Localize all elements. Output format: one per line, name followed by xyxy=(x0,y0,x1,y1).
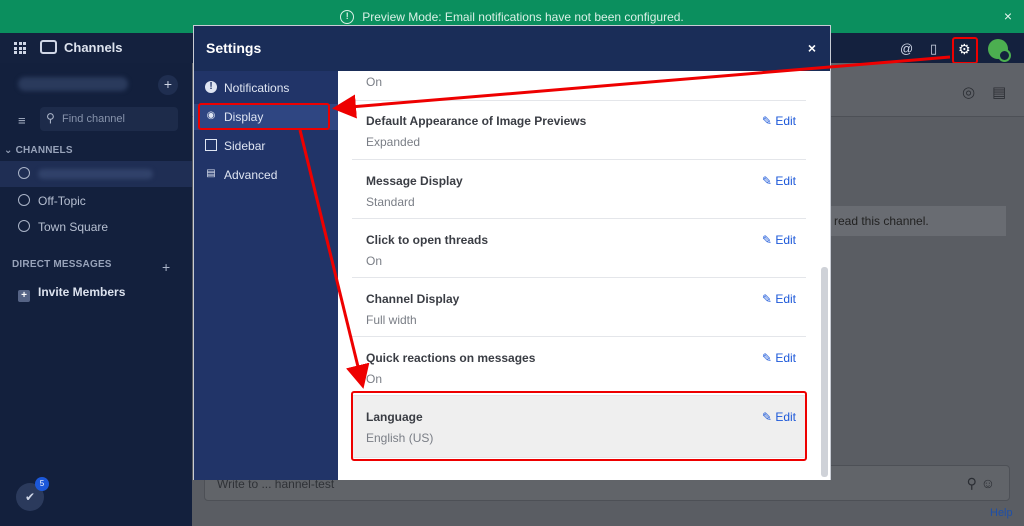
arrow-display-to-language xyxy=(298,129,370,389)
annotation-arrows xyxy=(298,55,951,389)
arrow-gear-to-display xyxy=(332,55,951,119)
